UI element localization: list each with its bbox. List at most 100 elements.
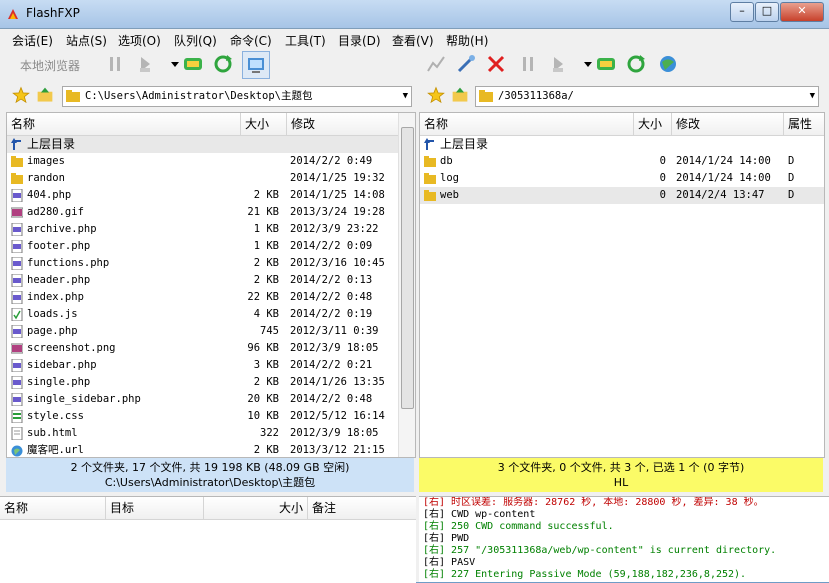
refresh-icon[interactable] [625, 53, 647, 75]
file-size: 4 KB [253, 308, 279, 320]
favorite-star-icon[interactable] [12, 86, 30, 104]
window-title: FlashFXP [26, 6, 80, 20]
local-browser-icon[interactable] [242, 51, 270, 79]
php-file-icon [11, 189, 23, 202]
file-row[interactable]: 魔客吧.url 2 KB 2013/3/12 21:15 [7, 442, 415, 457]
image-file-icon [11, 207, 23, 218]
remote-browser-icon[interactable] [657, 53, 679, 75]
pause-icon[interactable] [104, 53, 126, 75]
parent-directory-row[interactable]: 上层目录 [7, 136, 415, 153]
column-size[interactable]: 大小 [241, 113, 287, 135]
file-row[interactable]: single_sidebar.php 20 KB 2014/2/2 0:48 [7, 391, 415, 408]
column-name[interactable]: 名称 [420, 113, 634, 135]
transfer-icon[interactable] [549, 53, 571, 75]
menu-tools[interactable]: 工具(T) [285, 32, 326, 49]
queue-column-name[interactable]: 名称 [0, 497, 106, 519]
file-row[interactable]: 404.php 2 KB 2014/1/25 14:08 [7, 187, 415, 204]
disconnect-icon[interactable] [485, 53, 507, 75]
file-row[interactable]: web 0 2014/2/4 13:47 D [420, 187, 824, 204]
local-status-summary: 2 个文件夹, 17 个文件, 共 19 198 KB (48.09 GB 空闲… [70, 461, 350, 474]
file-name: single_sidebar.php [27, 393, 141, 405]
transfer-dropdown-icon[interactable] [164, 53, 179, 75]
quick-connect-icon[interactable] [455, 53, 477, 75]
file-row[interactable]: db 0 2014/1/24 14:00 D [420, 153, 824, 170]
local-browser-button[interactable]: 本地浏览器 [20, 57, 80, 74]
file-name: index.php [27, 291, 84, 303]
minimize-button[interactable]: – [730, 2, 754, 22]
menu-commands[interactable]: 命令(C) [230, 32, 272, 49]
file-size: 1 KB [253, 223, 279, 235]
chevron-down-icon[interactable]: ▼ [403, 87, 408, 106]
local-file-list[interactable]: 名称 大小 修改 上层目录 images 2014/2/2 0:49 randon 2… [6, 112, 416, 458]
menu-directory[interactable]: 目录(D) [338, 32, 381, 49]
file-size: 2 KB [253, 444, 279, 456]
file-name: sub.html [27, 427, 78, 439]
local-scrollbar[interactable] [398, 113, 415, 457]
file-row[interactable]: single.php 2 KB 2014/1/26 13:35 [7, 374, 415, 391]
file-modified: 2014/2/4 13:47 [676, 189, 765, 201]
js-file-icon [11, 308, 23, 321]
menu-options[interactable]: 选项(O) [118, 32, 161, 49]
file-name: page.php [27, 325, 78, 337]
session-log[interactable]: [右] 时区误差: 服务器: 28762 秒, 本地: 28800 秒, 差异:… [419, 496, 829, 582]
file-row[interactable]: style.css 10 KB 2012/5/12 16:14 [7, 408, 415, 425]
remote-file-list[interactable]: 名称 大小 修改 属性 上层目录 db 0 2014/1/24 14:00 Dlog 0… [419, 112, 825, 458]
php-file-icon [11, 240, 23, 253]
transfer-queue[interactable]: 名称 目标 大小 备注 [0, 496, 416, 583]
menu-queue[interactable]: 队列(Q) [174, 32, 217, 49]
refresh-icon[interactable] [212, 53, 234, 75]
file-modified: 2014/2/2 0:48 [290, 291, 373, 303]
file-row[interactable]: header.php 2 KB 2014/2/2 0:13 [7, 272, 415, 289]
left-path-dropdown[interactable]: C:\Users\Administrator\Desktop\主题包 ▼ [62, 86, 412, 107]
close-button[interactable]: ✕ [780, 2, 824, 22]
menu-help[interactable]: 帮助(H) [446, 32, 488, 49]
file-size: 2 KB [253, 189, 279, 201]
column-modified[interactable]: 修改 [287, 113, 399, 135]
column-modified[interactable]: 修改 [672, 113, 784, 135]
file-row[interactable]: log 0 2014/1/24 14:00 D [420, 170, 824, 187]
parent-directory-row[interactable]: 上层目录 [420, 136, 824, 153]
file-modified: 2012/3/16 10:45 [290, 257, 385, 269]
queue-column-target[interactable]: 目标 [106, 497, 204, 519]
file-row[interactable]: ad280.gif 21 KB 2013/3/24 19:28 [7, 204, 415, 221]
sync-browse-icon[interactable] [182, 53, 204, 75]
remote-rows: 上层目录 db 0 2014/1/24 14:00 Dlog 0 2014/1/24 14… [420, 136, 824, 204]
chevron-down-icon[interactable]: ▼ [810, 87, 815, 106]
maximize-button[interactable]: □ [755, 2, 779, 22]
file-modified: 2013/3/12 21:15 [290, 444, 385, 456]
file-row[interactable]: sub.html 322 2012/3/9 18:05 [7, 425, 415, 442]
right-path-dropdown[interactable]: /305311368a/ ▼ [475, 86, 819, 107]
file-modified: 2012/5/12 16:14 [290, 410, 385, 422]
connect-icon[interactable] [425, 53, 447, 75]
pause-icon[interactable] [517, 53, 539, 75]
file-row[interactable]: functions.php 2 KB 2012/3/16 10:45 [7, 255, 415, 272]
menu-sites[interactable]: 站点(S) [66, 32, 107, 49]
file-row[interactable]: images 2014/2/2 0:49 [7, 153, 415, 170]
queue-column-size[interactable]: 大小 [204, 497, 308, 519]
file-row[interactable]: loads.js 4 KB 2014/2/2 0:19 [7, 306, 415, 323]
menu-view[interactable]: 查看(V) [392, 32, 434, 49]
file-row[interactable]: screenshot.png 96 KB 2012/3/9 18:05 [7, 340, 415, 357]
menu-session[interactable]: 会话(E) [12, 32, 53, 49]
parent-folder-icon[interactable] [36, 86, 54, 104]
file-row[interactable]: page.php 745 2012/3/11 0:39 [7, 323, 415, 340]
local-column-header: 名称 大小 修改 [7, 113, 415, 136]
file-row[interactable]: index.php 22 KB 2014/2/2 0:48 [7, 289, 415, 306]
parent-folder-icon[interactable] [451, 86, 469, 104]
transfer-dropdown-icon[interactable] [577, 53, 592, 75]
local-status-bar: 2 个文件夹, 17 个文件, 共 19 198 KB (48.09 GB 空闲… [6, 458, 414, 492]
file-row[interactable]: randon 2014/1/25 19:32 [7, 170, 415, 187]
column-name[interactable]: 名称 [7, 113, 241, 135]
file-row[interactable]: archive.php 1 KB 2012/3/9 23:22 [7, 221, 415, 238]
queue-column-note[interactable]: 备注 [308, 497, 416, 519]
column-size[interactable]: 大小 [634, 113, 672, 135]
file-row[interactable]: footer.php 1 KB 2014/2/2 0:09 [7, 238, 415, 255]
scrollbar-thumb[interactable] [401, 127, 414, 409]
favorite-star-icon[interactable] [427, 86, 445, 104]
file-row[interactable]: sidebar.php 3 KB 2014/2/2 0:21 [7, 357, 415, 374]
transfer-icon[interactable] [136, 53, 158, 75]
sync-browse-icon[interactable] [595, 53, 617, 75]
file-modified: 2014/1/24 14:00 [676, 155, 771, 167]
folder-icon [11, 173, 23, 184]
column-attributes[interactable]: 属性 [784, 113, 824, 135]
